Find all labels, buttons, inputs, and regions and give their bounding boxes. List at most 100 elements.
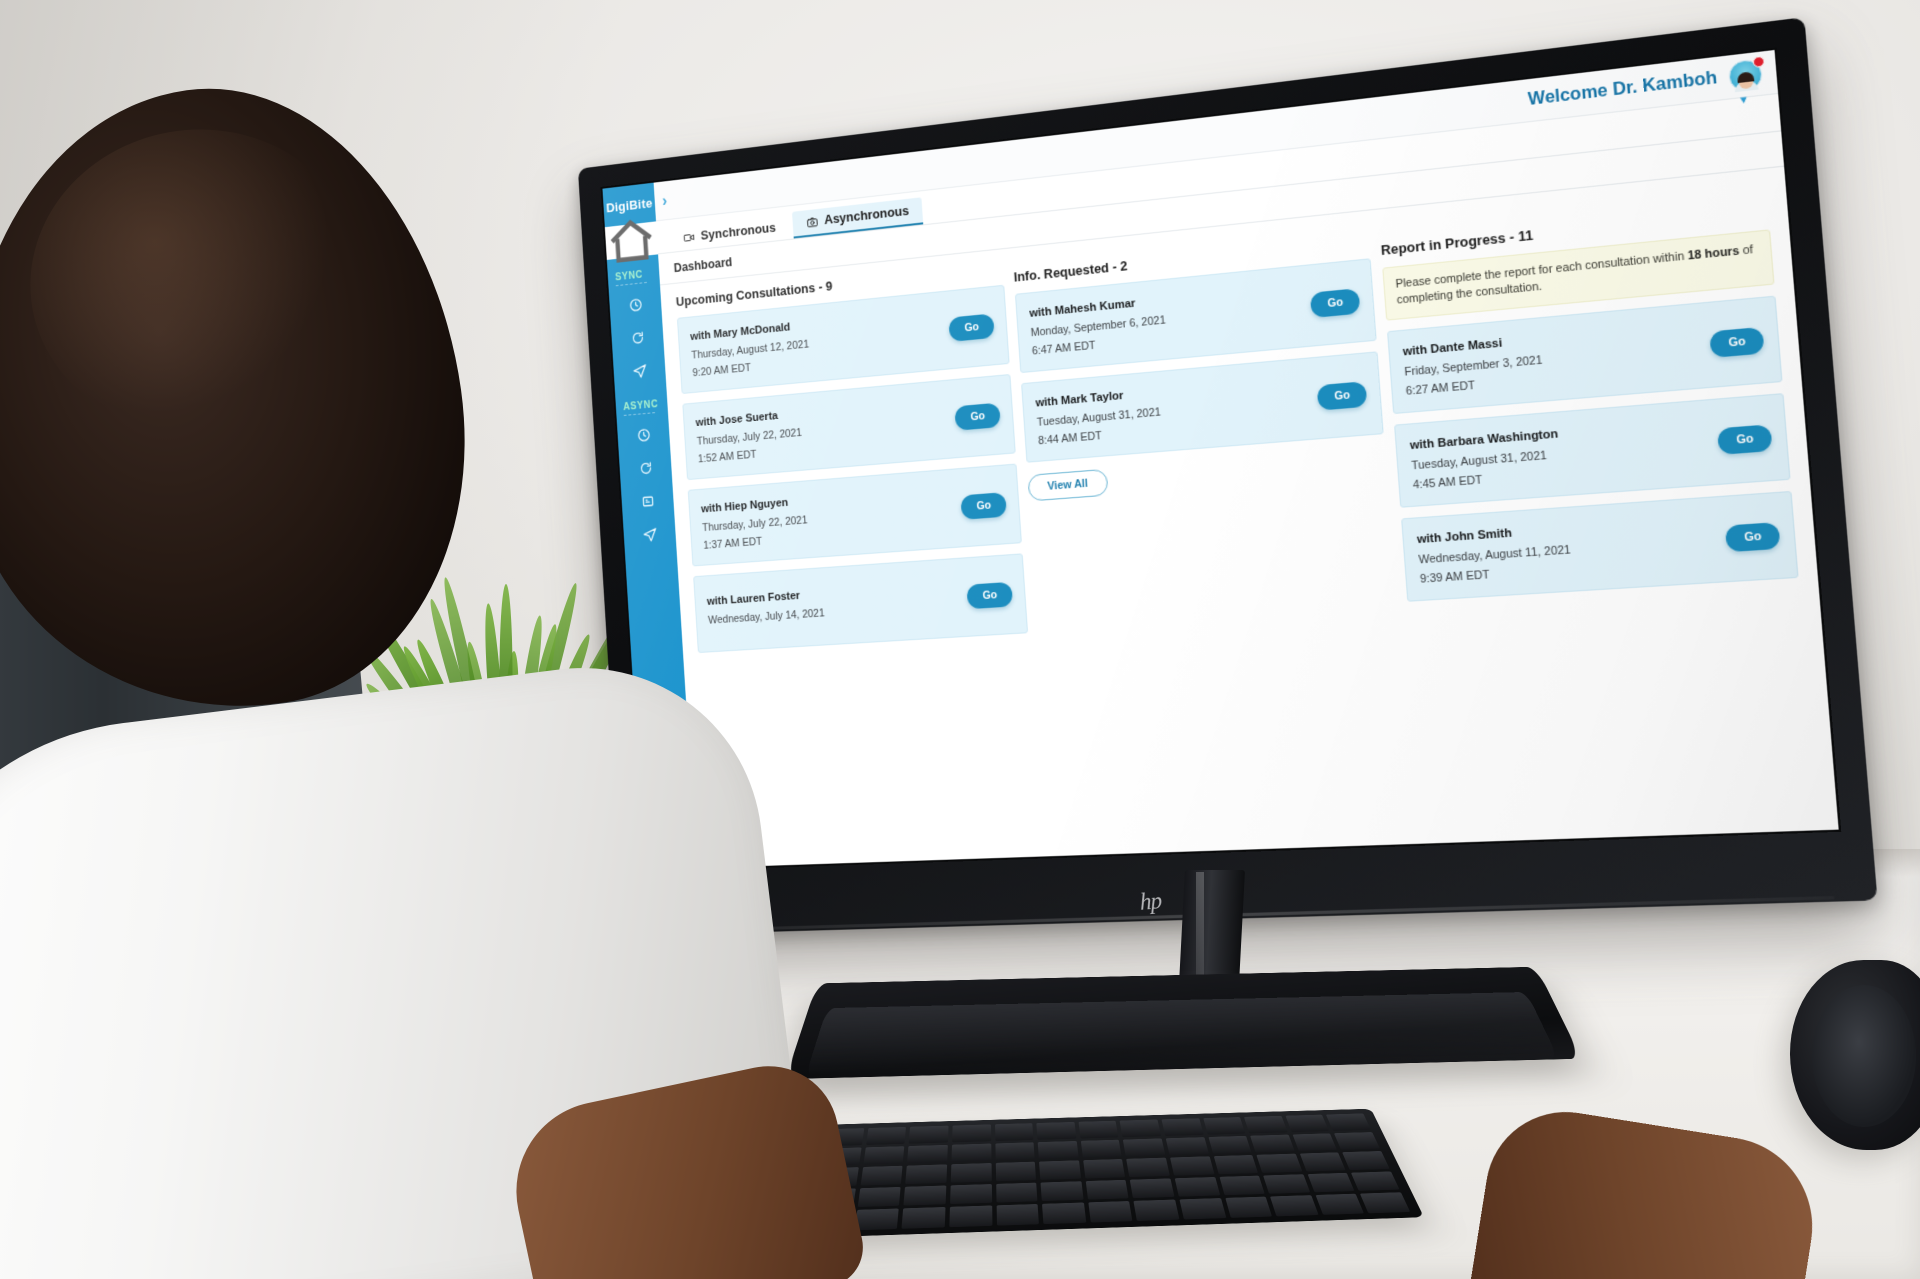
sidebar-item-sync-1[interactable] <box>618 319 657 356</box>
keyboard-key <box>905 1164 948 1185</box>
sidebar-item-async-2[interactable] <box>628 483 667 519</box>
go-button[interactable]: Go <box>954 402 1001 431</box>
keyboard-key <box>1292 1133 1338 1152</box>
card-time <box>709 625 825 632</box>
sidebar-divider <box>623 412 656 416</box>
keyboard-key <box>1263 1174 1311 1195</box>
keyboard-key <box>1179 1198 1226 1220</box>
consultation-card[interactable]: with Hiep Nguyen Thursday, July 22, 2021 1… <box>687 463 1022 567</box>
keyboard-key <box>952 1124 991 1143</box>
keyboard-key <box>863 1145 905 1165</box>
keyboard-key <box>1037 1140 1079 1160</box>
card-patient-name: with Barbara Washington <box>1409 427 1559 453</box>
keyboard-key <box>1078 1120 1119 1139</box>
dashboard-app: DigiBite SYNCASYNC › Welcome Dr. Kamboh <box>602 49 1839 870</box>
view-all-button[interactable]: View All <box>1027 468 1109 502</box>
keyboard-key <box>1219 1175 1266 1196</box>
keyboard-key <box>1123 1138 1166 1157</box>
keyboard-key <box>1299 1152 1346 1172</box>
go-button[interactable]: Go <box>948 313 995 342</box>
keyboard-key <box>1326 1113 1371 1131</box>
keyboard-key <box>1130 1178 1175 1199</box>
keyboard-key <box>1165 1136 1209 1156</box>
go-button[interactable]: Go <box>1709 327 1765 359</box>
card-info: with John Smith Wednesday, August 11, 202… <box>1417 523 1573 586</box>
keyboard-key <box>1315 1193 1365 1215</box>
keyboard-key <box>1042 1202 1087 1225</box>
keyboard-key <box>1036 1121 1077 1140</box>
dashboard-columns: Upcoming Consultations - 9 with Mary McDo… <box>660 167 1839 869</box>
card-info: with Jose Suerta Thursday, July 22, 2021 1… <box>695 408 803 465</box>
clock-icon <box>627 296 644 314</box>
avatar-menu[interactable]: ▾ <box>1727 55 1766 106</box>
refresh-icon <box>637 459 654 477</box>
card-time: 6:27 AM EDT <box>1405 379 1476 398</box>
camera-icon <box>806 214 819 228</box>
keyboard-key <box>1244 1115 1288 1134</box>
go-button[interactable]: Go <box>1717 424 1773 456</box>
send-icon <box>631 362 648 380</box>
consultation-card[interactable]: with Jose Suerta Thursday, July 22, 2021 1… <box>682 374 1016 481</box>
keyboard-key <box>907 1144 948 1164</box>
card-time: 9:39 AM EDT <box>1419 568 1491 586</box>
hp-logo: hp <box>1138 887 1162 916</box>
card-time: 1:52 AM EDT <box>697 448 757 465</box>
photo-scene: hp DigiBite SYNC ASYNC › Welcome Dr. Kam… <box>0 0 1920 1279</box>
keyboard-key <box>1207 1135 1252 1154</box>
card-info: with Mary McDonald Thursday, August 12, 2… <box>690 319 811 379</box>
chevron-right-icon[interactable]: › <box>662 193 668 211</box>
keyboard-key <box>1256 1153 1303 1173</box>
refresh-icon <box>629 329 646 347</box>
keyboard-key <box>995 1161 1037 1182</box>
keyboard-key <box>909 1125 949 1144</box>
keyboard-key <box>1085 1179 1130 1200</box>
video-camera-icon <box>683 230 696 244</box>
keyboard-key <box>1224 1196 1273 1218</box>
keyboard-key <box>950 1183 992 1205</box>
card-time: 8:44 AM EDT <box>1037 429 1103 447</box>
card-date: Thursday, July 22, 2021 <box>701 513 808 534</box>
keyboard-key <box>949 1205 993 1228</box>
sidebar-section-label-async: ASYNC <box>622 399 659 414</box>
keyboard-key <box>1213 1155 1259 1175</box>
chevron-down-icon[interactable]: ▾ <box>1740 92 1748 107</box>
monitor-screen: DigiBite SYNCASYNC › Welcome Dr. Kamboh <box>602 49 1839 870</box>
go-button[interactable]: Go <box>960 492 1007 520</box>
keyboard-key <box>1039 1160 1081 1180</box>
sidebar-item-sync-0[interactable] <box>616 286 655 323</box>
notice-text-bold: 18 hours <box>1687 244 1740 263</box>
go-button[interactable]: Go <box>1310 288 1361 319</box>
go-button[interactable]: Go <box>1317 381 1368 411</box>
headphones-earcup <box>1812 985 1916 1127</box>
go-button[interactable]: Go <box>1725 522 1781 553</box>
sidebar-sections: SYNC ASYNC <box>614 255 669 552</box>
keyboard-key <box>950 1163 992 1183</box>
consultation-card[interactable]: with John Smith Wednesday, August 11, 202… <box>1401 491 1799 603</box>
keyboard-key <box>1307 1172 1355 1193</box>
keyboard-key <box>996 1204 1040 1226</box>
sidebar-item-sync-2[interactable] <box>620 352 659 389</box>
keyboard-key <box>903 1185 947 1206</box>
keyboard-key <box>1080 1139 1122 1158</box>
sidebar-item-async-1[interactable] <box>626 450 665 486</box>
card-patient-name: with Lauren Foster <box>706 589 801 608</box>
sidebar-item-async-0[interactable] <box>624 417 663 453</box>
notification-badge[interactable] <box>1752 55 1766 68</box>
sidebar-item-async-3[interactable] <box>630 516 669 552</box>
card-info: with Lauren Foster Wednesday, July 14, 20… <box>707 588 826 632</box>
keyboard-key <box>1119 1119 1162 1137</box>
consultation-card[interactable]: with Lauren Foster Wednesday, July 14, 20… <box>693 553 1029 654</box>
card-patient-name: with John Smith <box>1416 526 1513 547</box>
keyboard-key <box>901 1207 946 1229</box>
keyboard-key <box>865 1126 907 1145</box>
tab-label: Synchronous <box>700 220 777 243</box>
keyboard-key <box>995 1182 1038 1203</box>
dashboard-column-2: Info. Requested - 2 with Mahesh Kumar Mond… <box>1013 223 1415 856</box>
keyboard-key <box>1351 1171 1400 1192</box>
consultation-card[interactable]: with Barbara Washington Tuesday, August 3… <box>1394 393 1791 509</box>
card-time: 1:37 AM EDT <box>703 535 763 552</box>
dashboard-column-3: Report in Progress - 11 Please complete t… <box>1379 182 1819 844</box>
keyboard-key <box>1285 1114 1330 1132</box>
go-button[interactable]: Go <box>966 581 1014 610</box>
keyboard-key <box>1161 1118 1204 1136</box>
